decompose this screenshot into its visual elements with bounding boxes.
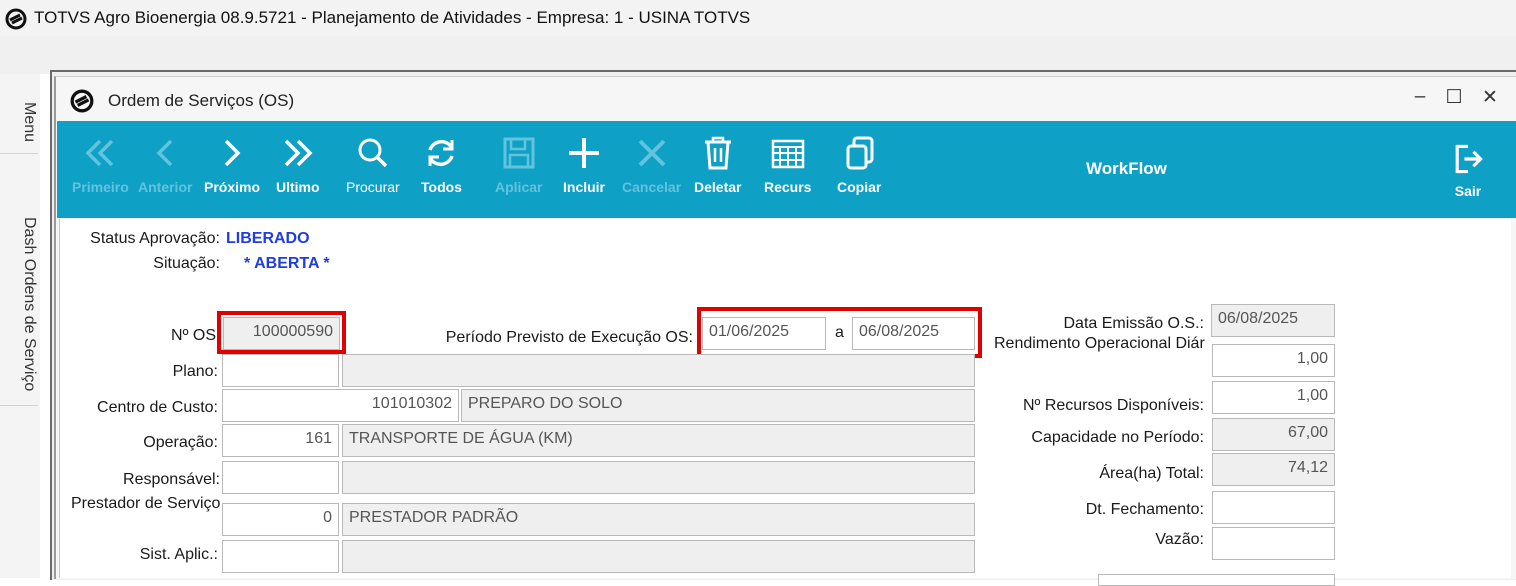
- numero-os-label: Nº OS: [171, 327, 216, 344]
- periodo-label: Período Previsto de Execução OS:: [445, 329, 693, 346]
- sist-aplic-desc-field: [342, 540, 975, 573]
- procurar-label: Procurar: [346, 179, 400, 195]
- double-chevron-right-icon: [284, 139, 313, 167]
- side-tab-dash-ordens[interactable]: Dash Ordens de Serviço: [0, 186, 38, 406]
- operacao-code-field[interactable]: 161: [222, 424, 339, 457]
- workflow-button[interactable]: WorkFlow: [1086, 159, 1167, 179]
- capacidade-field: 67,00: [1212, 418, 1335, 451]
- recurs-button[interactable]: Recurs: [764, 133, 811, 195]
- periodo-highlight: [697, 307, 982, 358]
- sair-button[interactable]: Sair: [1450, 141, 1486, 199]
- operacao-desc-field: TRANSPORTE DE ÁGUA (KM): [342, 424, 975, 457]
- centro-custo-code-field[interactable]: 101010302: [222, 389, 459, 422]
- vazao-field[interactable]: [1212, 527, 1335, 560]
- responsavel-label: Responsável:: [123, 471, 220, 488]
- deletar-button[interactable]: Deletar: [694, 133, 741, 195]
- dt-fechamento-field[interactable]: [1212, 491, 1335, 524]
- rendimento-label: Rendimento Operacional Diár: [994, 335, 1205, 352]
- copiar-label: Copiar: [837, 179, 882, 195]
- operacao-label: Operação:: [143, 434, 218, 451]
- exit-icon: [1455, 144, 1483, 174]
- situacao-value: * ABERTA *: [244, 255, 330, 272]
- proximo-button[interactable]: Próximo: [204, 133, 260, 195]
- aplicar-label: Aplicar: [495, 179, 543, 195]
- centro-custo-desc-field: PREPARO DO SOLO: [461, 389, 975, 422]
- chevron-left-icon: [156, 139, 173, 167]
- prestador-code-field[interactable]: 0: [222, 503, 339, 536]
- procurar-button[interactable]: Procurar: [346, 133, 400, 195]
- prestador-label: Prestador de Serviço: [71, 495, 221, 512]
- refresh-icon: [428, 139, 455, 167]
- calendar-grid-icon: [771, 139, 804, 169]
- anterior-button[interactable]: Anterior: [138, 133, 192, 195]
- app-title: TOTVS Agro Bioenergia 08.9.5721 - Planej…: [34, 8, 751, 27]
- numero-os-highlight: [217, 311, 346, 354]
- status-aprovacao-value: LIBERADO: [226, 230, 310, 247]
- chevron-right-icon: [224, 139, 241, 167]
- situacao-label: Situação:: [153, 255, 220, 272]
- prestador-desc-field: PRESTADOR PADRÃO: [342, 503, 975, 536]
- dt-fechamento-label: Dt. Fechamento:: [1085, 501, 1204, 518]
- plano-label: Plano:: [172, 363, 218, 380]
- plano-code-field[interactable]: [222, 354, 339, 387]
- area-total-label: Área(ha) Total:: [1099, 465, 1204, 482]
- todos-button[interactable]: Todos: [421, 133, 462, 195]
- plus-icon: [569, 138, 599, 168]
- primeiro-label: Primeiro: [72, 179, 129, 195]
- rendimento-field[interactable]: 1,00: [1212, 344, 1335, 377]
- window-logo-icon: [70, 89, 94, 113]
- minimize-button[interactable]: –: [1408, 86, 1432, 108]
- sair-label: Sair: [1454, 183, 1482, 199]
- background-window-strip: [0, 36, 1516, 74]
- copy-icon: [846, 136, 874, 170]
- centro-custo-label: Centro de Custo:: [97, 399, 218, 416]
- aplicar-button[interactable]: Aplicar: [495, 133, 542, 195]
- area-total-field: 74,12: [1212, 453, 1335, 486]
- totvs-logo-icon: [5, 8, 27, 30]
- incluir-button[interactable]: Incluir: [563, 133, 605, 195]
- recursos-label: Nº Recursos Disponíveis:: [1022, 397, 1204, 414]
- responsavel-code-field[interactable]: [222, 461, 339, 494]
- data-emissao-label: Data Emissão O.S.:: [1063, 315, 1205, 332]
- plano-desc-field: [342, 354, 975, 387]
- window-title: Ordem de Serviços (OS): [108, 91, 295, 110]
- responsavel-desc-field: [342, 461, 975, 494]
- maximize-button[interactable]: ☐: [1442, 86, 1466, 109]
- double-chevron-left-icon: [85, 139, 114, 167]
- incluir-label: Incluir: [563, 179, 606, 195]
- data-emissao-field: 06/08/2025: [1211, 304, 1335, 337]
- ultimo-button[interactable]: Ultimo: [276, 133, 320, 195]
- search-icon: [358, 138, 388, 168]
- proximo-label: Próximo: [204, 179, 261, 195]
- capacidade-label: Capacidade no Período:: [1031, 429, 1204, 446]
- cancel-x-icon: [638, 139, 665, 167]
- vazao-label: Vazão:: [1155, 531, 1204, 548]
- close-button[interactable]: ✕: [1478, 86, 1502, 109]
- todos-label: Todos: [421, 179, 462, 195]
- sist-aplic-code-field[interactable]: [222, 540, 339, 573]
- cancelar-label: Cancelar: [622, 179, 682, 195]
- status-aprovacao-label: Status Aprovação:: [90, 230, 220, 247]
- save-icon: [503, 137, 535, 169]
- cancelar-button[interactable]: Cancelar: [622, 133, 681, 195]
- trash-icon: [704, 136, 731, 170]
- sist-aplic-label: Sist. Aplic.:: [139, 546, 218, 563]
- anterior-label: Anterior: [138, 179, 193, 195]
- ultimo-label: Ultimo: [276, 179, 320, 195]
- partial-field[interactable]: [1098, 574, 1335, 586]
- primeiro-button[interactable]: Primeiro: [72, 133, 129, 195]
- side-tab-menu[interactable]: Menu: [0, 74, 38, 154]
- recurs-label: Recurs: [764, 179, 812, 195]
- copiar-button[interactable]: Copiar: [837, 133, 881, 195]
- deletar-label: Deletar: [694, 179, 742, 195]
- recursos-field[interactable]: 1,00: [1212, 381, 1335, 414]
